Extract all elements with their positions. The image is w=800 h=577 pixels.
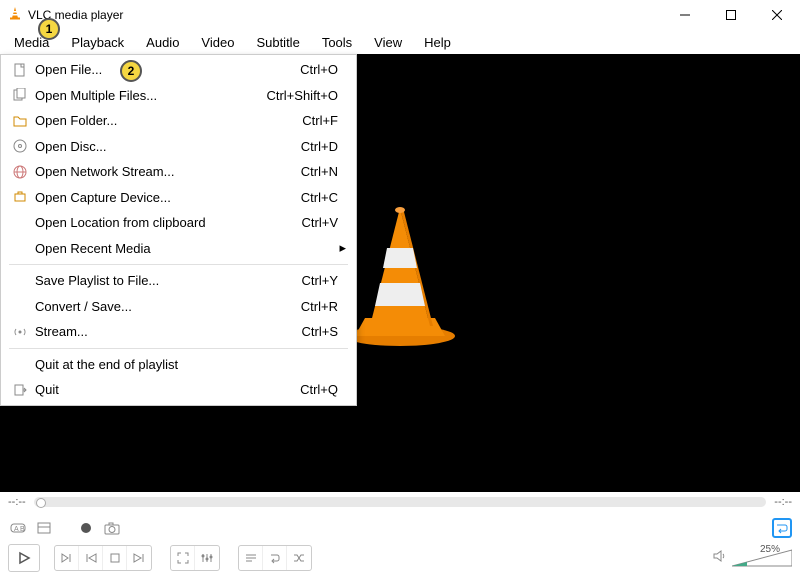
menu-bar: Media Playback Audio Video Subtitle Tool… <box>0 30 800 54</box>
menu-tools[interactable]: Tools <box>312 33 362 52</box>
files-icon <box>9 88 31 102</box>
extended-settings-button[interactable] <box>195 546 219 570</box>
menu-open-multiple[interactable]: Open Multiple Files... Ctrl+Shift+O <box>1 83 356 109</box>
frame-step-button[interactable] <box>34 518 54 538</box>
close-button[interactable] <box>754 0 800 30</box>
seek-bar: --:-- --:-- <box>0 492 800 512</box>
stream-icon <box>9 325 31 339</box>
previous-button[interactable] <box>79 546 103 570</box>
menu-open-file[interactable]: Open File... Ctrl+O <box>1 57 356 83</box>
time-total: --:-- <box>774 496 792 508</box>
speaker-icon <box>712 549 728 568</box>
menu-audio[interactable]: Audio <box>136 33 189 52</box>
menu-open-folder[interactable]: Open Folder... Ctrl+F <box>1 108 356 134</box>
loop-ab-button[interactable]: AB <box>8 518 28 538</box>
volume-slider[interactable]: 25% <box>732 548 792 568</box>
loop-button-highlighted[interactable] <box>772 518 792 538</box>
snapshot-button[interactable] <box>102 518 122 538</box>
menu-open-capture[interactable]: Open Capture Device... Ctrl+C <box>1 185 356 211</box>
step-forward-button[interactable] <box>55 546 79 570</box>
menu-separator <box>9 348 348 349</box>
svg-text:B: B <box>20 526 25 533</box>
annotation-badge-1: 1 <box>38 18 60 40</box>
menu-quit[interactable]: Quit Ctrl+Q <box>1 377 356 403</box>
next-button[interactable] <box>127 546 151 570</box>
minimize-button[interactable] <box>662 0 708 30</box>
submenu-arrow-icon: ▸ <box>339 240 346 256</box>
disc-icon <box>9 139 31 153</box>
maximize-button[interactable] <box>708 0 754 30</box>
vlc-cone-icon <box>8 6 22 25</box>
menu-help[interactable]: Help <box>414 33 461 52</box>
quit-icon <box>9 383 31 397</box>
menu-subtitle[interactable]: Subtitle <box>246 33 309 52</box>
playlist-button[interactable] <box>239 546 263 570</box>
loop-button[interactable] <box>263 546 287 570</box>
media-dropdown: Open File... Ctrl+O Open Multiple Files.… <box>0 54 357 406</box>
fullscreen-button[interactable] <box>171 546 195 570</box>
menu-open-clipboard[interactable]: Open Location from clipboard Ctrl+V <box>1 210 356 236</box>
menu-view[interactable]: View <box>364 33 412 52</box>
menu-convert-save[interactable]: Convert / Save... Ctrl+R <box>1 294 356 320</box>
file-icon <box>9 63 31 77</box>
menu-open-disc[interactable]: Open Disc... Ctrl+D <box>1 134 356 160</box>
time-elapsed: --:-- <box>8 496 26 508</box>
menu-playback[interactable]: Playback <box>61 33 134 52</box>
volume-control[interactable]: 25% <box>712 548 792 568</box>
menu-open-network[interactable]: Open Network Stream... Ctrl+N <box>1 159 356 185</box>
menu-save-playlist[interactable]: Save Playlist to File... Ctrl+Y <box>1 268 356 294</box>
folder-icon <box>9 114 31 128</box>
play-button[interactable] <box>8 544 40 572</box>
annotation-badge-2: 2 <box>120 60 142 82</box>
network-icon <box>9 165 31 179</box>
title-bar: VLC media player <box>0 0 800 30</box>
menu-open-recent[interactable]: Open Recent Media ▸ <box>1 236 356 262</box>
menu-separator <box>9 264 348 265</box>
toolbar-row-2: 25% <box>0 542 800 574</box>
toolbar-row-1: AB <box>0 514 800 542</box>
menu-quit-end[interactable]: Quit at the end of playlist <box>1 352 356 378</box>
shuffle-button[interactable] <box>287 546 311 570</box>
capture-icon <box>9 190 31 204</box>
menu-stream[interactable]: Stream... Ctrl+S <box>1 319 356 345</box>
svg-text:A: A <box>14 526 19 533</box>
menu-video[interactable]: Video <box>191 33 244 52</box>
seek-slider[interactable] <box>34 497 767 507</box>
record-button[interactable] <box>76 518 96 538</box>
stop-button[interactable] <box>103 546 127 570</box>
